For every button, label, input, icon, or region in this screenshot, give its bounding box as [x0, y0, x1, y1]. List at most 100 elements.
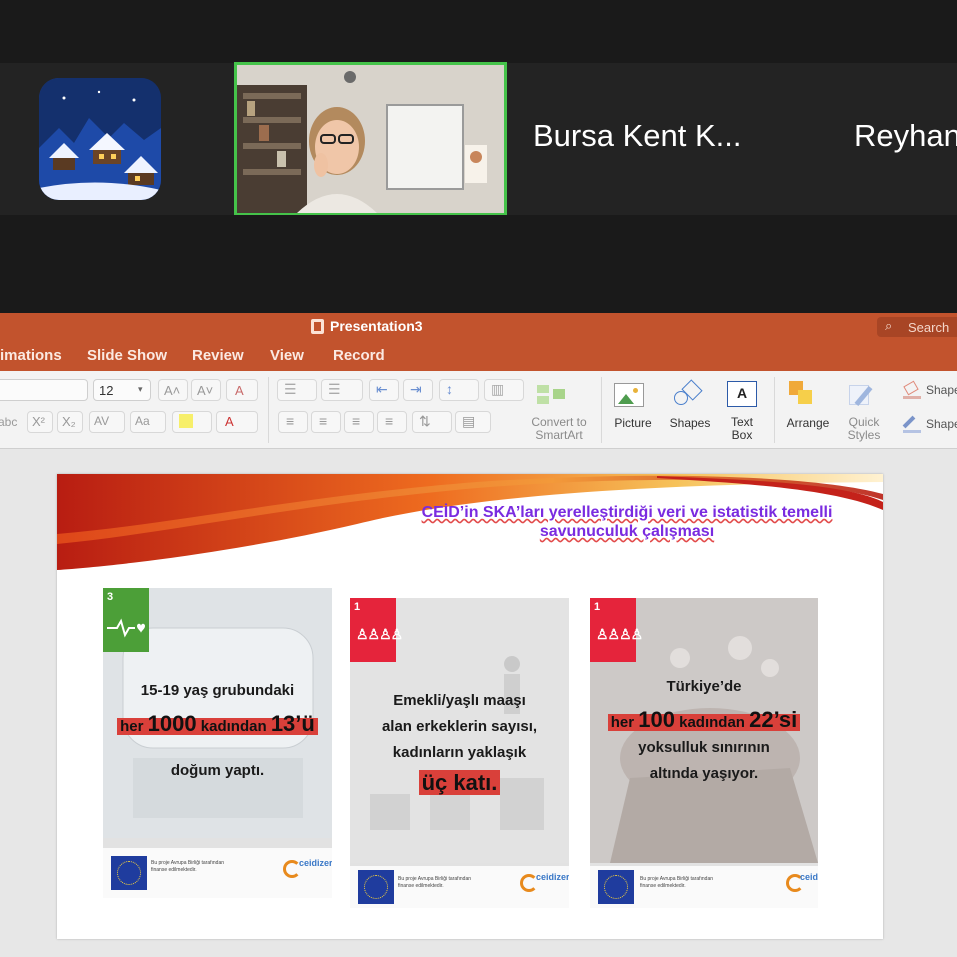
sdg-number: 3 — [107, 591, 114, 603]
card-1-highlight: her 1000 kadından 13’ü — [103, 711, 332, 737]
card-3-line-1: Türkiye’de — [666, 678, 742, 695]
eu-flag-icon — [111, 856, 147, 890]
align-right-button[interactable]: ≡ — [344, 411, 374, 433]
font-color-button[interactable]: A — [216, 411, 258, 433]
line-spacing-icon: ↕ — [446, 381, 453, 397]
numbering-icon: ☰ — [328, 381, 341, 397]
ribbon-tabs: imations Slide Show Review View Record — [0, 341, 957, 371]
quick-styles-button[interactable]: Quick Styles — [842, 416, 886, 442]
font-size-value: 12 — [99, 383, 114, 398]
window-title: Presentation3 — [330, 318, 423, 334]
align-left-button[interactable]: ≡ — [278, 411, 308, 433]
highlighter-icon — [179, 414, 193, 428]
align-right-icon: ≡ — [352, 413, 361, 429]
ceid-logo-text: ceidizer — [299, 858, 332, 868]
line-spacing-button[interactable]: ↕ — [439, 379, 479, 401]
shapes-button[interactable]: Shapes — [666, 417, 714, 430]
shape-fill-button[interactable]: Shape — [926, 383, 957, 397]
sdg-3-badge: 3 — [103, 588, 149, 652]
textbox-button[interactable]: Text Box — [722, 416, 762, 442]
family-icon: ♙♙♙♙ — [596, 626, 643, 642]
sdg-card-1: 3 15-19 yaş grubundaki her 1000 kadından… — [103, 588, 332, 898]
outdent-icon: ⇤ — [376, 381, 388, 397]
zoom-gap — [0, 215, 957, 312]
slide-canvas[interactable]: CEİD’in SKA’ları yerelleştirdiği veri ve… — [57, 474, 883, 939]
hl-text: her — [610, 714, 635, 731]
card-2-line-1: Emekli/yaşlı maaşı — [393, 692, 526, 709]
increase-font-button[interactable]: A˄ — [158, 379, 188, 401]
card-1-line-3: doğum yaptı. — [170, 762, 265, 779]
font-name-dropdown[interactable] — [0, 379, 88, 401]
tab-slide-show[interactable]: Slide Show — [87, 347, 167, 364]
ceid-logo-text: ceidizer — [800, 872, 818, 882]
ribbon-separator — [601, 377, 602, 443]
character-spacing-button[interactable]: AV — [89, 411, 125, 433]
hl-text: her — [120, 718, 144, 735]
powerpoint-window: Presentation3 ⌕ Search imations Slide Sh… — [0, 313, 957, 957]
grow-font-icon: A˄ — [164, 383, 181, 398]
eu-flag-icon — [358, 870, 394, 904]
strikethrough-label[interactable]: abc — [0, 415, 17, 429]
decrease-font-button[interactable]: A˅ — [191, 379, 221, 401]
justify-button[interactable]: ≡ — [377, 411, 407, 433]
card-2-line-3: kadınların yaklaşık — [392, 744, 527, 761]
slide-title-line-1: CEİD’in SKA’ları yerelleştirdiği veri ve… — [421, 504, 833, 521]
eraser-icon: A — [235, 383, 244, 398]
hl-text: kadından — [679, 714, 745, 731]
picture-icon — [614, 383, 644, 407]
sdg-card-3: 1 ♙♙♙♙ Türkiye’de her 100 kadından 22’si… — [590, 598, 818, 908]
tab-view[interactable]: View — [270, 347, 304, 364]
active-speaker-video[interactable] — [234, 62, 507, 216]
card-footer: Bu proje Avrupa Birliği tarafından finan… — [350, 866, 569, 908]
align-text-icon: ▤ — [462, 413, 476, 429]
columns-button[interactable]: ▥ — [484, 379, 524, 401]
card-1-highlight-box: her 1000 kadından 13’ü — [117, 711, 318, 736]
numbering-button[interactable]: ☰ — [321, 379, 363, 401]
increase-indent-button[interactable]: ⇥ — [403, 379, 433, 401]
sdg-1-badge: 1 ♙♙♙♙ — [350, 598, 403, 662]
funding-text: Bu proje Avrupa Birliği tarafından finan… — [640, 876, 714, 889]
funding-text: Bu proje Avrupa Birliği tarafından finan… — [398, 876, 472, 889]
ribbon-separator — [774, 377, 775, 443]
decrease-indent-button[interactable]: ⇤ — [369, 379, 399, 401]
search-box[interactable]: ⌕ Search — [877, 317, 957, 337]
picture-button[interactable]: Picture — [610, 417, 656, 430]
card-3-highlight: her 100 kadından 22’si — [590, 707, 818, 733]
ceid-logo-text: ceidizer — [536, 872, 569, 882]
hl-text: kadından — [200, 718, 267, 735]
align-text-button[interactable]: ▤ — [455, 411, 491, 433]
justify-icon: ≡ — [385, 413, 394, 429]
arrange-button[interactable]: Arrange — [780, 417, 836, 430]
family-icon: ♙♙♙♙ — [356, 626, 403, 642]
snowy-village-avatar-icon — [39, 78, 161, 200]
align-center-button[interactable]: ≡ — [311, 411, 341, 433]
tab-animations[interactable]: imations — [0, 347, 62, 364]
subscript-button[interactable]: X₂ — [57, 411, 83, 433]
font-color-icon: A — [225, 414, 234, 429]
text-direction-icon: ⇅ — [419, 413, 431, 429]
funding-text: Bu proje Avrupa Birliği tarafından finan… — [151, 860, 225, 873]
card-footer: Bu proje Avrupa Birliği tarafından finan… — [590, 866, 818, 908]
indent-icon: ⇥ — [410, 381, 422, 397]
highlight-button[interactable] — [172, 411, 212, 433]
tab-review[interactable]: Review — [192, 347, 244, 364]
font-size-dropdown[interactable]: 12 ▾ — [93, 379, 151, 401]
align-left-icon: ≡ — [286, 413, 295, 429]
chevron-down-icon: ▾ — [138, 384, 143, 394]
hl-number: 13’ü — [270, 711, 315, 736]
convert-smartart-button[interactable]: Convert to SmartArt — [526, 416, 592, 442]
bullets-button[interactable]: ☰ — [277, 379, 317, 401]
text-direction-button[interactable]: ⇅ — [412, 411, 452, 433]
participant-avatar-tile[interactable] — [39, 78, 161, 200]
shape-outline-button[interactable]: Shape — [926, 417, 957, 431]
superscript-button[interactable]: X² — [27, 411, 53, 433]
change-case-button[interactable]: Aa — [130, 411, 166, 433]
card-3-highlight-box: her 100 kadından 22’si — [607, 707, 801, 732]
card-1-line-1: 15-19 yaş grubundaki — [140, 682, 295, 699]
tab-record[interactable]: Record — [333, 347, 385, 364]
card-2-highlight-box: üç katı. — [418, 770, 501, 795]
card-3-line-3: yoksulluk sınırının — [638, 739, 770, 756]
smartart-icon — [537, 383, 567, 405]
clear-format-button[interactable]: A — [226, 379, 258, 401]
shape-fill-icon — [903, 380, 921, 399]
